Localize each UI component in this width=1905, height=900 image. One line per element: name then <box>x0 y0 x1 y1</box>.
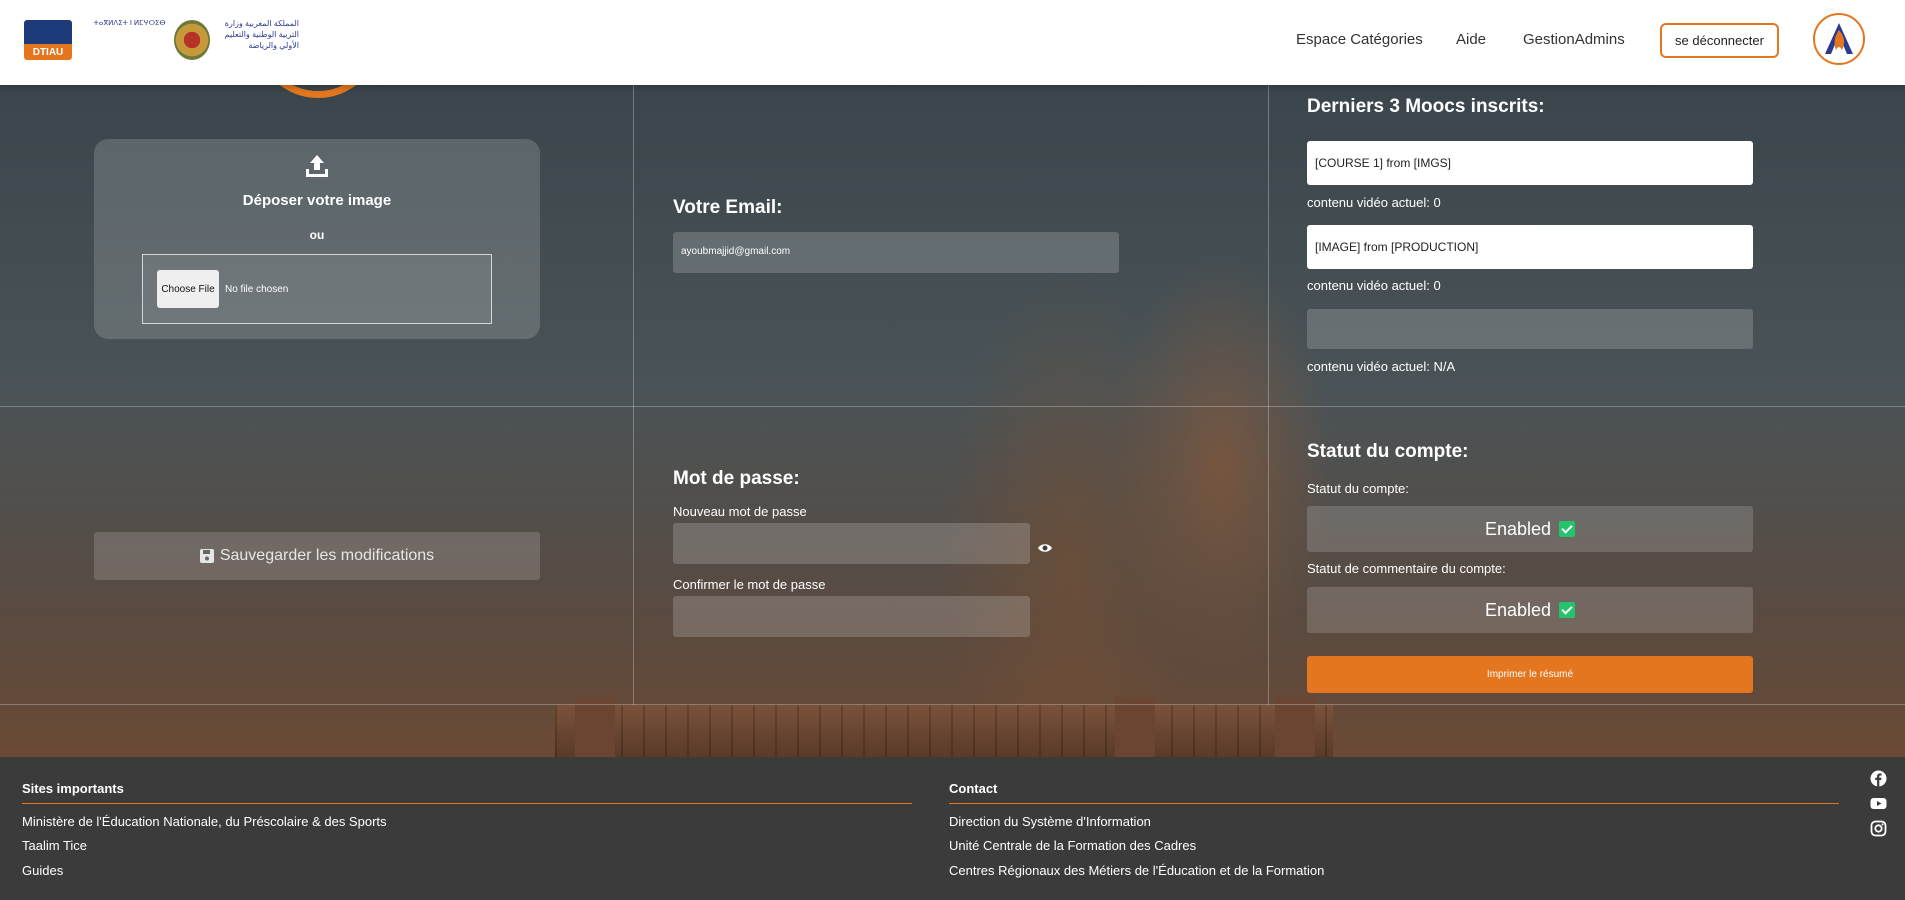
password-heading: Mot de passe: <box>673 468 800 489</box>
ministry-logo: ⵜⴰⴳⵍⴷⵉⵜ ⵏ ⵍⵎⵖⵔⵉⴱ المملكة المغربية وزارة … <box>92 18 299 62</box>
upload-icon <box>306 155 328 177</box>
footer: Sites importants Ministère de l'Éducatio… <box>0 757 1905 900</box>
youtube-icon[interactable] <box>1870 795 1887 812</box>
account-status-label: Statut du compte: <box>1307 481 1409 496</box>
footer-link[interactable]: Unité Centrale de la Formation des Cadre… <box>949 838 1196 853</box>
account-status-heading: Statut du compte: <box>1307 441 1469 462</box>
footer-divider <box>22 803 912 804</box>
eye-icon[interactable] <box>1037 541 1053 555</box>
checkmark-icon <box>1559 602 1576 618</box>
mooc-video-count: contenu vidéo actuel: 0 <box>1307 195 1441 210</box>
kasbah-silhouette <box>555 697 1333 757</box>
choose-file-button[interactable]: Choose File <box>157 270 219 308</box>
dtiau-logo[interactable]: DTIAU <box>24 20 72 60</box>
file-input[interactable]: Choose File No file chosen <box>142 254 492 324</box>
logout-button[interactable]: se déconnecter <box>1660 23 1779 58</box>
user-avatar[interactable] <box>1813 13 1865 65</box>
confirm-password-label: Confirmer le mot de passe <box>673 577 826 592</box>
confirm-password-field[interactable] <box>673 596 1030 637</box>
email-field[interactable]: ayoubmajjid@gmail.com <box>673 232 1119 273</box>
save-button[interactable]: Sauvegarder les modifications <box>94 532 540 580</box>
grid-divider <box>633 85 634 705</box>
print-summary-button[interactable]: Imprimer le résumé <box>1307 656 1753 693</box>
upload-or: ou <box>309 228 325 242</box>
checkmark-icon <box>1559 521 1576 537</box>
mooc-item-empty[interactable] <box>1307 309 1753 349</box>
flame-a-icon <box>1825 23 1853 54</box>
nav-espace-categories[interactable]: Espace Catégories <box>1296 31 1423 48</box>
mooc-video-count: contenu vidéo actuel: 0 <box>1307 278 1441 293</box>
footer-link[interactable]: Taalim Tice <box>22 838 87 853</box>
image-upload-card[interactable]: Déposer votre image ou Choose File No fi… <box>94 139 540 339</box>
mooc-video-count: contenu vidéo actuel: N/A <box>1307 359 1456 374</box>
footer-link[interactable]: Centres Régionaux des Métiers de l'Éduca… <box>949 863 1324 878</box>
morocco-emblem-icon <box>174 20 210 60</box>
mooc-item[interactable]: [COURSE 1] from [IMGS] <box>1307 141 1753 185</box>
new-password-field[interactable] <box>673 523 1030 564</box>
footer-sites-heading: Sites importants <box>22 781 124 796</box>
comment-status-label: Statut de commentaire du compte: <box>1307 561 1506 576</box>
nav-aide[interactable]: Aide <box>1456 31 1486 48</box>
grid-divider <box>1268 85 1269 705</box>
nav-gestion-admins[interactable]: GestionAdmins <box>1523 31 1625 48</box>
footer-contact-heading: Contact <box>949 781 998 796</box>
facebook-icon[interactable] <box>1870 770 1887 787</box>
footer-link[interactable]: Direction du Système d'Information <box>949 814 1151 829</box>
file-status: No file chosen <box>225 284 289 295</box>
moocs-heading: Derniers 3 Moocs inscrits: <box>1307 96 1545 117</box>
footer-divider <box>949 803 1839 804</box>
email-heading: Votre Email: <box>673 197 783 218</box>
top-navbar: DTIAU ⵜⴰⴳⵍⴷⵉⵜ ⵏ ⵍⵎⵖⵔⵉⴱ المملكة المغربية … <box>0 0 1905 85</box>
grid-divider <box>0 406 1905 407</box>
upload-title: Déposer votre image <box>242 192 392 209</box>
footer-link[interactable]: Ministère de l'Éducation Nationale, du P… <box>22 814 387 829</box>
comment-status-toggle[interactable]: Enabled <box>1307 587 1753 633</box>
footer-link[interactable]: Guides <box>22 863 63 878</box>
mooc-item[interactable]: [IMAGE] from [PRODUCTION] <box>1307 225 1753 269</box>
instagram-icon[interactable] <box>1870 820 1887 837</box>
floppy-disk-icon <box>199 549 214 563</box>
grid-divider <box>0 704 1905 705</box>
account-status-toggle[interactable]: Enabled <box>1307 506 1753 552</box>
new-password-label: Nouveau mot de passe <box>673 504 807 519</box>
